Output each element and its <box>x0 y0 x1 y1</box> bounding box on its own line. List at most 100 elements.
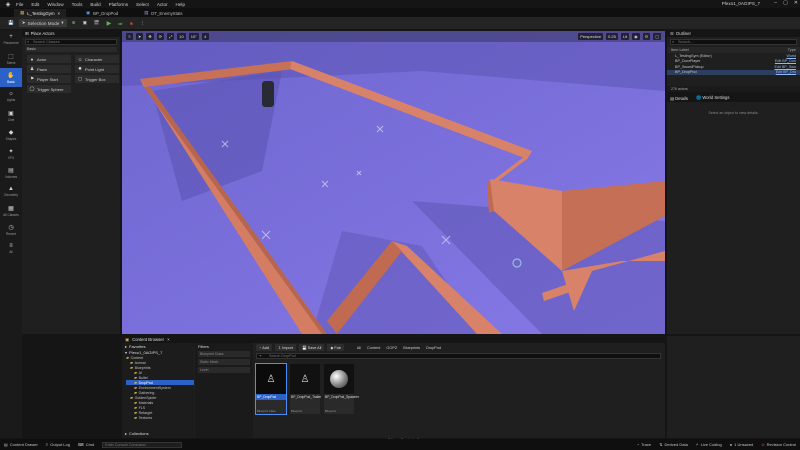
outliner-row-type[interactable]: Edit BP_Dro <box>776 70 796 74</box>
cmd-dropdown[interactable]: ⌨ Cmd <box>78 442 94 447</box>
minimize-icon[interactable]: – <box>774 0 777 6</box>
menu-window[interactable]: Window <box>43 2 67 7</box>
menu-actor[interactable]: Actor <box>153 2 172 7</box>
crumb-blueprints[interactable]: Blueprints <box>403 346 420 350</box>
mode-cine[interactable]: ▣ Cine <box>0 106 22 125</box>
step-icon[interactable]: ⏭ <box>116 19 124 27</box>
live-coding-button[interactable]: ⚡ Live Coding <box>696 442 722 447</box>
tab-world-settings[interactable]: 🌐 World Settings <box>696 95 730 101</box>
stop-icon[interactable]: ■ <box>127 19 135 27</box>
mode-vfx[interactable]: ✦ VFX <box>0 144 22 163</box>
mode-volumes[interactable]: ▤ Volumes <box>0 163 22 182</box>
scene-render[interactable] <box>122 31 665 334</box>
view-mode-dropdown[interactable]: Lit <box>620 33 630 40</box>
place-actors-search[interactable]: ⌕ Search Classes <box>25 39 117 45</box>
filter-blueprint-class[interactable]: Blueprint Class <box>198 351 250 357</box>
actor-item-player-start[interactable]: ⚑ Player Start <box>27 75 71 83</box>
tab-level[interactable]: ▦ L_TestingGym × <box>14 9 67 17</box>
mode-all[interactable]: ≡ All <box>0 239 22 258</box>
save-all-button[interactable]: 💾 Save All <box>298 344 325 351</box>
col-item-label[interactable]: Item Label <box>671 48 689 52</box>
output-log-button[interactable]: ≡ Output Log <box>46 442 70 447</box>
rotation-snap-dropdown[interactable]: 10° <box>188 33 199 40</box>
maximize-icon[interactable]: ▢ <box>783 0 788 6</box>
close-icon[interactable]: ✕ <box>794 0 798 6</box>
perspective-dropdown[interactable]: Perspective <box>578 33 604 40</box>
transform-rotate-icon[interactable]: ⟳ <box>156 33 165 40</box>
mode-all-classes[interactable]: ▦ All Classes <box>0 201 22 220</box>
tab-close-icon[interactable]: × <box>58 11 61 16</box>
blueprint-menu-icon[interactable]: ▣ <box>81 19 89 27</box>
content-drawer-button[interactable]: ▤ Content Drawer <box>4 442 38 447</box>
outliner-row[interactable]: BP_DropPod Edit BP_Dro <box>667 69 800 75</box>
mode-shapes[interactable]: ◆ Shapes <box>0 125 22 144</box>
fab-button[interactable]: ◆ Fab <box>327 344 344 351</box>
camera-speed-dropdown[interactable]: 4 <box>201 33 209 40</box>
asset-tile[interactable]: ♙ BP_DropPod Blueprint Class <box>255 363 287 415</box>
menu-tools[interactable]: Tools <box>68 2 87 7</box>
actor-item-character[interactable]: ☺ Character <box>75 55 119 63</box>
menu-file[interactable]: File <box>12 2 27 7</box>
mode-basic[interactable]: ✋ Basic <box>0 68 22 87</box>
add-button[interactable]: + Add <box>256 344 272 351</box>
menu-build[interactable]: Build <box>86 2 104 7</box>
tab-details[interactable]: ▤ Details <box>670 96 688 101</box>
actor-item-point-light[interactable]: ✹ Point Light <box>75 65 119 73</box>
transform-select-icon[interactable]: ➤ <box>136 33 144 40</box>
trace-button[interactable]: ◔ Trace <box>637 442 652 447</box>
outliner-row-type[interactable]: World <box>786 54 796 58</box>
actor-item-actor[interactable]: ● Actor <box>27 55 71 63</box>
outliner-row-type[interactable]: Edit BP_Swo <box>774 65 796 69</box>
mode-geometry[interactable]: ▲ Geometry <box>0 182 22 201</box>
tab-close-icon[interactable]: × <box>167 337 170 342</box>
selection-mode-dropdown[interactable]: ➤ Selection Mode ▾ <box>18 19 67 27</box>
mode-recent[interactable]: ◷ Recent <box>0 220 22 239</box>
actor-item-trigger-sphere[interactable]: ◯ Trigger Sphere <box>27 85 71 93</box>
collections-section[interactable]: ▸ Collections <box>122 430 149 436</box>
filter-level[interactable]: Level <box>198 367 250 373</box>
add-actor-icon[interactable]: ⊕ <box>70 19 78 27</box>
asset-tile[interactable]: BP_DropPod_Spawner Blueprint <box>324 364 359 414</box>
filter-static-mesh[interactable]: Static Mesh <box>198 359 250 365</box>
asset-tile[interactable]: ♙ BP_DropPod_Trailer Blueprint <box>290 364 321 414</box>
show-flags-icon[interactable]: ◉ <box>632 33 640 40</box>
unsaved-button[interactable]: ● 1 Unsaved <box>730 442 754 447</box>
crumb-droppod[interactable]: DropPod <box>426 346 441 350</box>
outliner-search[interactable]: ⌕ Search... <box>670 39 797 45</box>
level-viewport[interactable]: ≡ ➤ ✥ ⟳ ⤢ 10 10° 4 Perspective 0.25 Lit … <box>122 31 665 334</box>
grid-snap-dropdown[interactable]: 10 <box>177 33 186 40</box>
actor-class-icon: ☺ <box>77 56 83 62</box>
transform-scale-icon[interactable]: ⤢ <box>167 33 175 40</box>
asset-search-input[interactable]: ⏷ Search DropPod <box>256 353 661 359</box>
crumb-all[interactable]: All <box>357 346 361 350</box>
play-options-icon[interactable]: ⋮ <box>138 19 147 27</box>
mode-lights[interactable]: ☼ Lights <box>0 87 22 106</box>
scale-snap-dropdown[interactable]: 0.25 <box>606 33 618 40</box>
crumb-content[interactable]: Content <box>367 346 380 350</box>
menu-edit[interactable]: Edit <box>27 2 43 7</box>
cinematics-icon[interactable]: 🎬 <box>92 19 102 27</box>
folder-item[interactable]: ▰ Textures <box>126 415 194 420</box>
transform-move-icon[interactable]: ✥ <box>146 33 154 40</box>
play-icon[interactable]: ▶ <box>105 19 114 27</box>
actor-item-trigger-box[interactable]: ▢ Trigger Box <box>75 75 119 83</box>
actor-item-pawn[interactable]: ♟ Pawn <box>27 65 71 73</box>
menu-select[interactable]: Select <box>132 2 153 7</box>
revision-control-button[interactable]: ⊘ Revision Control <box>761 442 796 447</box>
mode-placement[interactable]: + Placement <box>0 30 22 49</box>
derived-data-button[interactable]: ⇅ Derived Data <box>659 442 688 447</box>
tab-datatable[interactable]: ▤ DT_EnemyStats <box>138 9 188 17</box>
import-button[interactable]: ⇩ Import <box>274 344 296 351</box>
console-command-input[interactable]: Enter Console Command <box>102 441 183 448</box>
crumb-gopz[interactable]: GOPZ <box>386 346 397 350</box>
col-type[interactable]: Type <box>788 48 796 52</box>
save-icon[interactable]: 💾 <box>6 19 16 27</box>
mode-select[interactable]: ⬚ Select <box>0 49 22 68</box>
tab-bp-droppod[interactable]: ▣ BP_DropPod <box>80 9 124 17</box>
maximize-viewport-icon[interactable]: ▢ <box>653 33 661 40</box>
outliner-row-type[interactable]: Edit BP_Doo <box>775 59 796 63</box>
viewport-menu-icon[interactable]: ≡ <box>126 33 133 40</box>
menu-platforms[interactable]: Platforms <box>105 2 132 7</box>
menu-help[interactable]: Help <box>172 2 189 7</box>
settings-icon[interactable]: ⚙ <box>642 33 651 40</box>
